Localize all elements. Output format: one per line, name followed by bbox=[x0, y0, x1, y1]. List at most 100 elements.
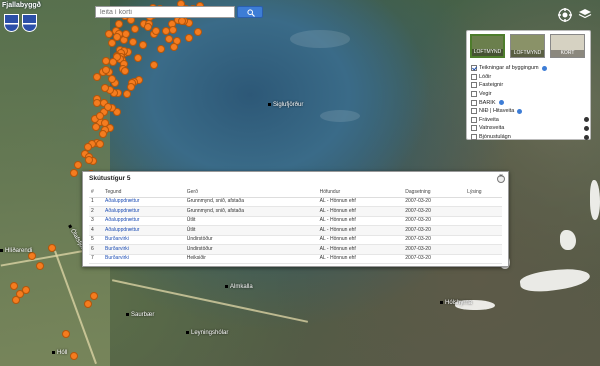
layer-item[interactable]: Vegir bbox=[471, 90, 589, 99]
building-marker[interactable] bbox=[48, 244, 56, 252]
layer-checkbox[interactable] bbox=[471, 108, 477, 115]
layer-panel: LOFTMYND LOFTMYND KORT Teikningar af byggi… bbox=[466, 30, 591, 142]
layer-checkbox[interactable] bbox=[471, 91, 477, 98]
table-cell bbox=[465, 197, 502, 207]
drawing-link[interactable]: Burðarvirki bbox=[103, 244, 185, 255]
basemap-thumb[interactable]: LOFTMYND bbox=[470, 34, 505, 58]
layer-checkbox[interactable] bbox=[471, 82, 477, 89]
column-header: Dagsetning bbox=[403, 187, 466, 198]
building-marker[interactable] bbox=[184, 34, 193, 43]
drawing-link[interactable]: Aðaluppdrættur bbox=[103, 197, 185, 207]
building-marker[interactable] bbox=[115, 20, 124, 29]
building-marker[interactable] bbox=[109, 58, 118, 67]
basemap-label: LOFTMYND bbox=[511, 50, 544, 57]
layer-checkbox[interactable] bbox=[471, 65, 477, 72]
building-marker[interactable] bbox=[121, 30, 130, 39]
layer-item[interactable]: NIÐ | Hitaveita bbox=[471, 107, 589, 116]
table-row[interactable]: 1 Aðaluppdrættur Grunnmynd, snið, afstaða A… bbox=[89, 197, 502, 207]
table-cell bbox=[465, 254, 502, 264]
building-marker[interactable] bbox=[62, 330, 70, 338]
table-row[interactable]: 2 Aðaluppdrættur Grunnmynd, snið, afstaða A… bbox=[89, 206, 502, 217]
table-row[interactable]: 5 Burðarvirki Undirstöður AL - Hönnun ehf 20… bbox=[89, 235, 502, 245]
table-cell: 7 bbox=[89, 254, 103, 264]
layer-checkbox[interactable] bbox=[471, 116, 477, 123]
drawing-link[interactable]: Burðarvirki bbox=[103, 254, 185, 264]
layer-item[interactable]: BARIK bbox=[471, 98, 589, 107]
layers-icon[interactable] bbox=[578, 8, 592, 20]
building-marker[interactable] bbox=[168, 26, 177, 35]
table-row[interactable]: 7 Burðarvirki Heiksiðir AL - Hönnun ehf 2007… bbox=[89, 254, 502, 264]
table-cell: AL - Hönnun ehf bbox=[317, 254, 404, 264]
drawing-link[interactable]: Aðaluppdrættur bbox=[103, 225, 185, 236]
building-marker[interactable] bbox=[134, 54, 143, 63]
building-marker[interactable] bbox=[10, 282, 18, 290]
table-cell: 1 bbox=[89, 197, 103, 207]
info-icon[interactable] bbox=[498, 100, 504, 106]
layer-checkbox[interactable] bbox=[471, 99, 477, 106]
basemap-thumb[interactable]: LOFTMYND bbox=[510, 34, 545, 58]
building-marker[interactable] bbox=[130, 25, 139, 34]
building-marker[interactable] bbox=[98, 130, 107, 139]
building-marker[interactable] bbox=[101, 66, 110, 75]
table-cell: AL - Hönnun ehf bbox=[317, 197, 404, 207]
building-marker[interactable] bbox=[70, 352, 78, 360]
building-marker[interactable] bbox=[122, 90, 131, 99]
table-row[interactable]: 4 Aðaluppdrættur Útlit AL - Hönnun ehf 2007-… bbox=[89, 225, 502, 236]
building-marker[interactable] bbox=[170, 43, 179, 52]
layer-item[interactable]: Fasteignir bbox=[471, 81, 589, 90]
building-marker[interactable] bbox=[12, 296, 20, 304]
layer-item[interactable]: Vatnsveita bbox=[471, 124, 589, 133]
building-marker[interactable] bbox=[139, 41, 148, 50]
drawing-link[interactable]: Aðaluppdrættur bbox=[103, 216, 185, 226]
building-marker[interactable] bbox=[83, 142, 92, 151]
drawing-link[interactable]: Aðaluppdrættur bbox=[103, 206, 185, 217]
table-cell: Undirstöður bbox=[184, 244, 318, 255]
layer-checkbox[interactable] bbox=[471, 134, 477, 141]
building-marker[interactable] bbox=[177, 17, 186, 26]
info-icon[interactable] bbox=[541, 65, 547, 71]
municipality-logo: Fjallabyggð bbox=[2, 2, 62, 40]
close-icon[interactable] bbox=[497, 173, 505, 183]
info-icon[interactable] bbox=[584, 117, 589, 123]
building-marker[interactable] bbox=[193, 27, 202, 36]
table-cell: Útlit bbox=[184, 216, 318, 226]
layer-checkbox[interactable] bbox=[471, 73, 477, 80]
building-marker[interactable] bbox=[36, 262, 44, 270]
building-marker[interactable] bbox=[107, 74, 116, 83]
building-marker[interactable] bbox=[100, 84, 109, 93]
building-marker[interactable] bbox=[129, 38, 138, 47]
compass-icon[interactable] bbox=[558, 8, 572, 22]
info-icon[interactable] bbox=[584, 134, 589, 140]
sea-wave bbox=[290, 30, 350, 48]
building-marker[interactable] bbox=[105, 30, 114, 39]
table-row[interactable]: 3 Aðaluppdrættur Útlit AL - Hönnun ehf 2007-… bbox=[89, 216, 502, 226]
layer-item[interactable]: Bjónustulágn bbox=[471, 133, 589, 142]
info-icon[interactable] bbox=[517, 108, 523, 114]
table-cell bbox=[465, 225, 502, 236]
search-button[interactable] bbox=[237, 6, 263, 18]
snow-patch bbox=[590, 180, 600, 220]
drawings-popup: Skútustígur 5 #TegundGerðHöfundurDagsetn… bbox=[82, 171, 509, 267]
layer-checkbox[interactable] bbox=[471, 125, 477, 132]
search-input[interactable] bbox=[95, 6, 235, 18]
building-marker[interactable] bbox=[157, 44, 166, 53]
basemap-thumb[interactable]: KORT bbox=[550, 34, 585, 58]
building-marker[interactable] bbox=[22, 286, 30, 294]
building-marker[interactable] bbox=[84, 300, 92, 308]
building-marker[interactable] bbox=[149, 61, 158, 70]
layer-item[interactable]: Lóðir bbox=[471, 73, 589, 82]
info-icon[interactable] bbox=[584, 125, 589, 131]
building-marker[interactable] bbox=[165, 35, 174, 44]
building-marker[interactable] bbox=[70, 168, 79, 177]
layer-item[interactable]: Teikningar af byggingum bbox=[471, 64, 589, 73]
building-marker[interactable] bbox=[90, 292, 98, 300]
layer-item[interactable]: Fráveita bbox=[471, 116, 589, 125]
table-row[interactable]: 6 Burðarvirki Undirstöður AL - Hönnun ehf 20… bbox=[89, 244, 502, 255]
basemap-label: KORT bbox=[551, 50, 584, 57]
place-label: Hólshyrna bbox=[440, 300, 472, 306]
building-marker[interactable] bbox=[152, 27, 161, 36]
drawing-link[interactable]: Burðarvirki bbox=[103, 235, 185, 245]
building-marker[interactable] bbox=[120, 66, 129, 75]
building-marker[interactable] bbox=[91, 122, 100, 131]
building-marker[interactable] bbox=[84, 155, 93, 164]
